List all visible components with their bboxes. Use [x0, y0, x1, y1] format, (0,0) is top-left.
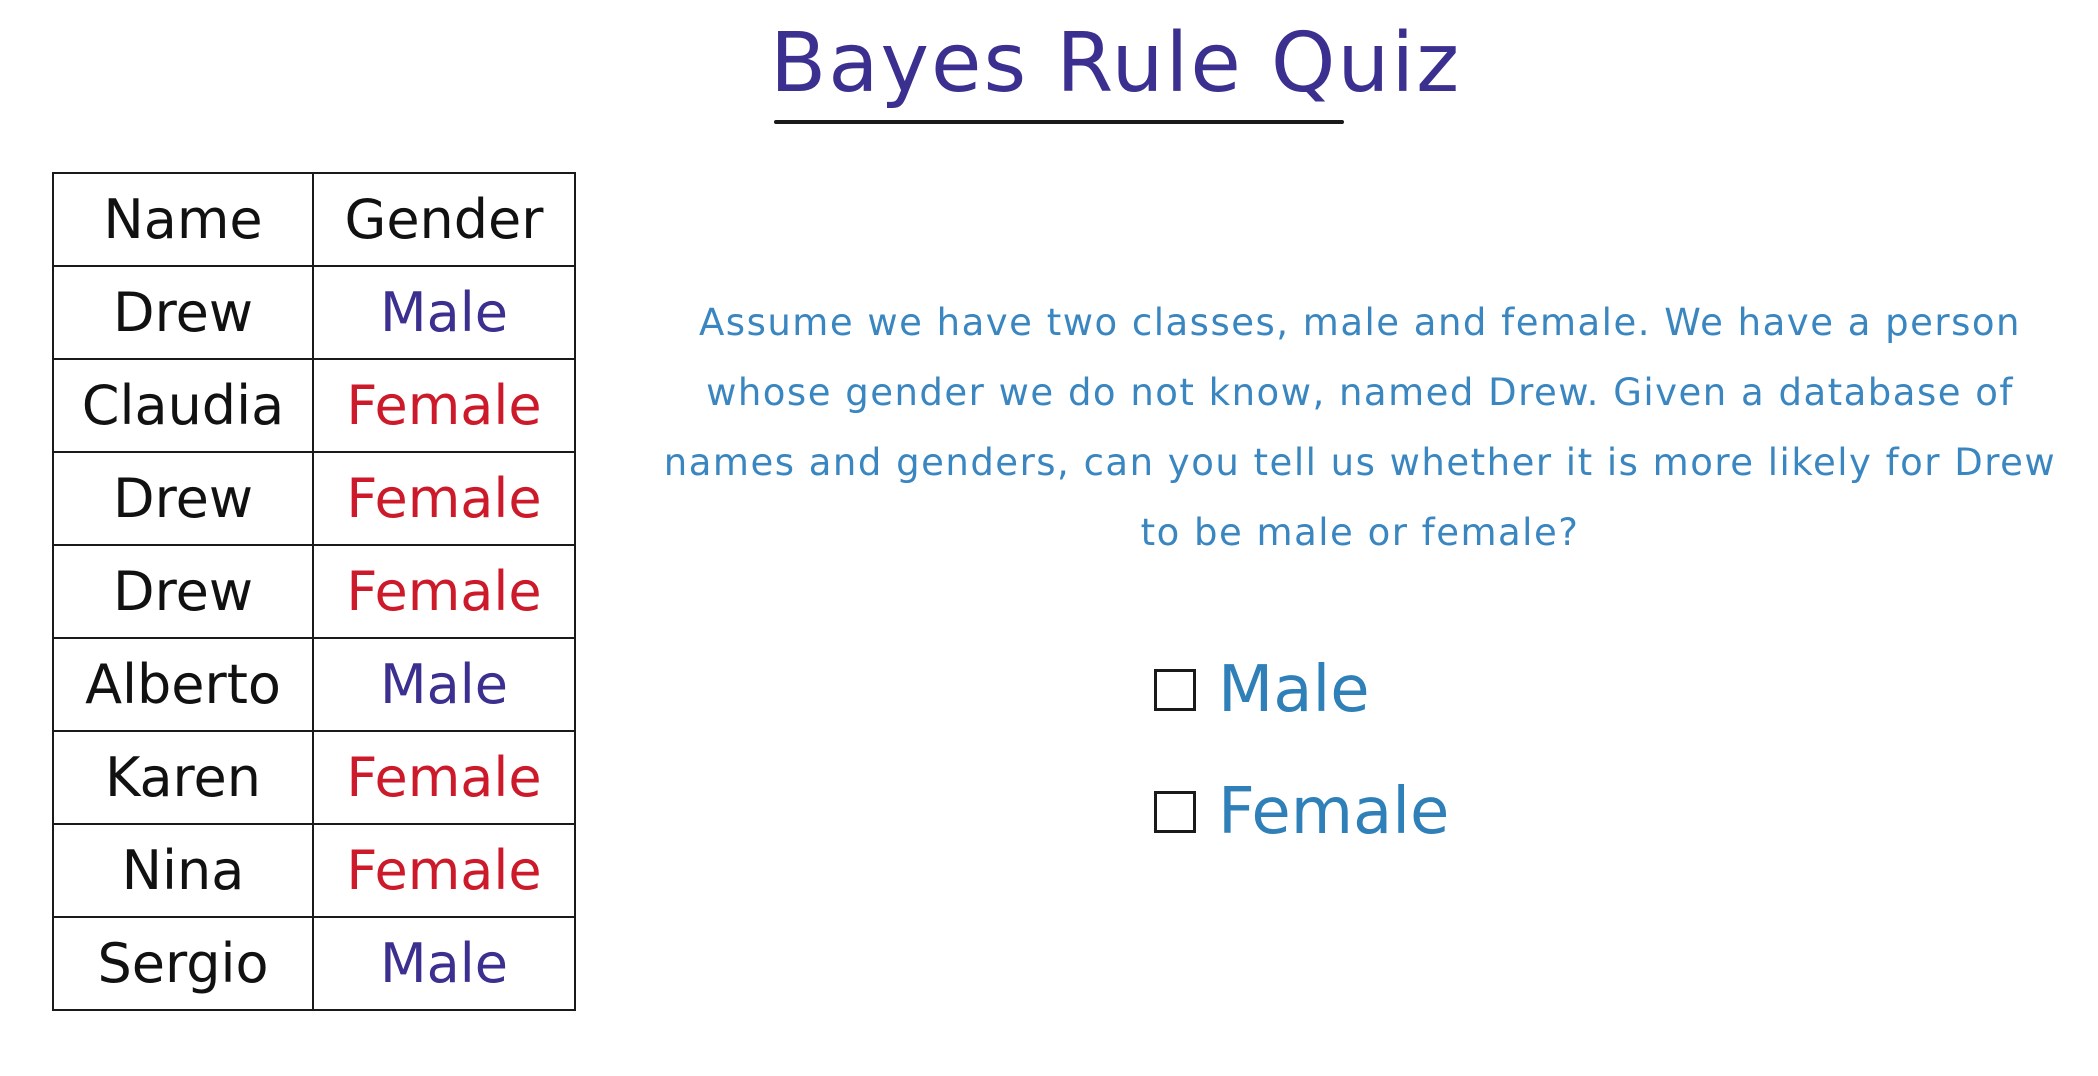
gender-cell: Female: [311, 358, 577, 453]
female-checkbox[interactable]: [1154, 791, 1196, 833]
table-row: Alberto Male: [52, 637, 577, 732]
question-text: Assume we have two classes, male and fem…: [663, 301, 2057, 554]
table-row: Sergio Male: [52, 916, 577, 1011]
gender-cell: Male: [311, 916, 577, 1011]
gender-cell: Female: [311, 823, 577, 918]
name-cell: Alberto: [52, 637, 314, 732]
names-genders-table: Name Gender Drew Male Claudia Female Dre…: [52, 172, 577, 1011]
gender-cell: Male: [311, 637, 577, 732]
male-checkbox[interactable]: [1154, 669, 1196, 711]
option-female[interactable]: Female: [1154, 762, 1614, 862]
gender-cell: Male: [311, 265, 577, 360]
column-header-name: Name: [52, 172, 314, 267]
name-cell: Drew: [52, 451, 314, 546]
table-row: Drew Female: [52, 451, 577, 546]
option-label-male[interactable]: Male: [1218, 653, 1370, 727]
title-underline: [774, 120, 1344, 124]
name-cell: Drew: [52, 265, 314, 360]
table-row: Claudia Female: [52, 358, 577, 453]
table-header-row: Name Gender: [52, 172, 577, 267]
table-row: Drew Female: [52, 544, 577, 639]
name-cell: Sergio: [52, 916, 314, 1011]
name-cell: Karen: [52, 730, 314, 825]
name-cell: Drew: [52, 544, 314, 639]
page-title: Bayes Rule Quiz: [770, 16, 1462, 111]
gender-cell: Female: [311, 730, 577, 825]
option-male[interactable]: Male: [1154, 640, 1614, 740]
gender-cell: Female: [311, 544, 577, 639]
answer-options: Male Female: [1154, 640, 1614, 884]
column-header-gender: Gender: [311, 172, 577, 267]
gender-cell: Female: [311, 451, 577, 546]
table-row: Nina Female: [52, 823, 577, 918]
table-row: Karen Female: [52, 730, 577, 825]
option-label-female[interactable]: Female: [1218, 775, 1449, 849]
name-cell: Nina: [52, 823, 314, 918]
name-cell: Claudia: [52, 358, 314, 453]
table-row: Drew Male: [52, 265, 577, 360]
